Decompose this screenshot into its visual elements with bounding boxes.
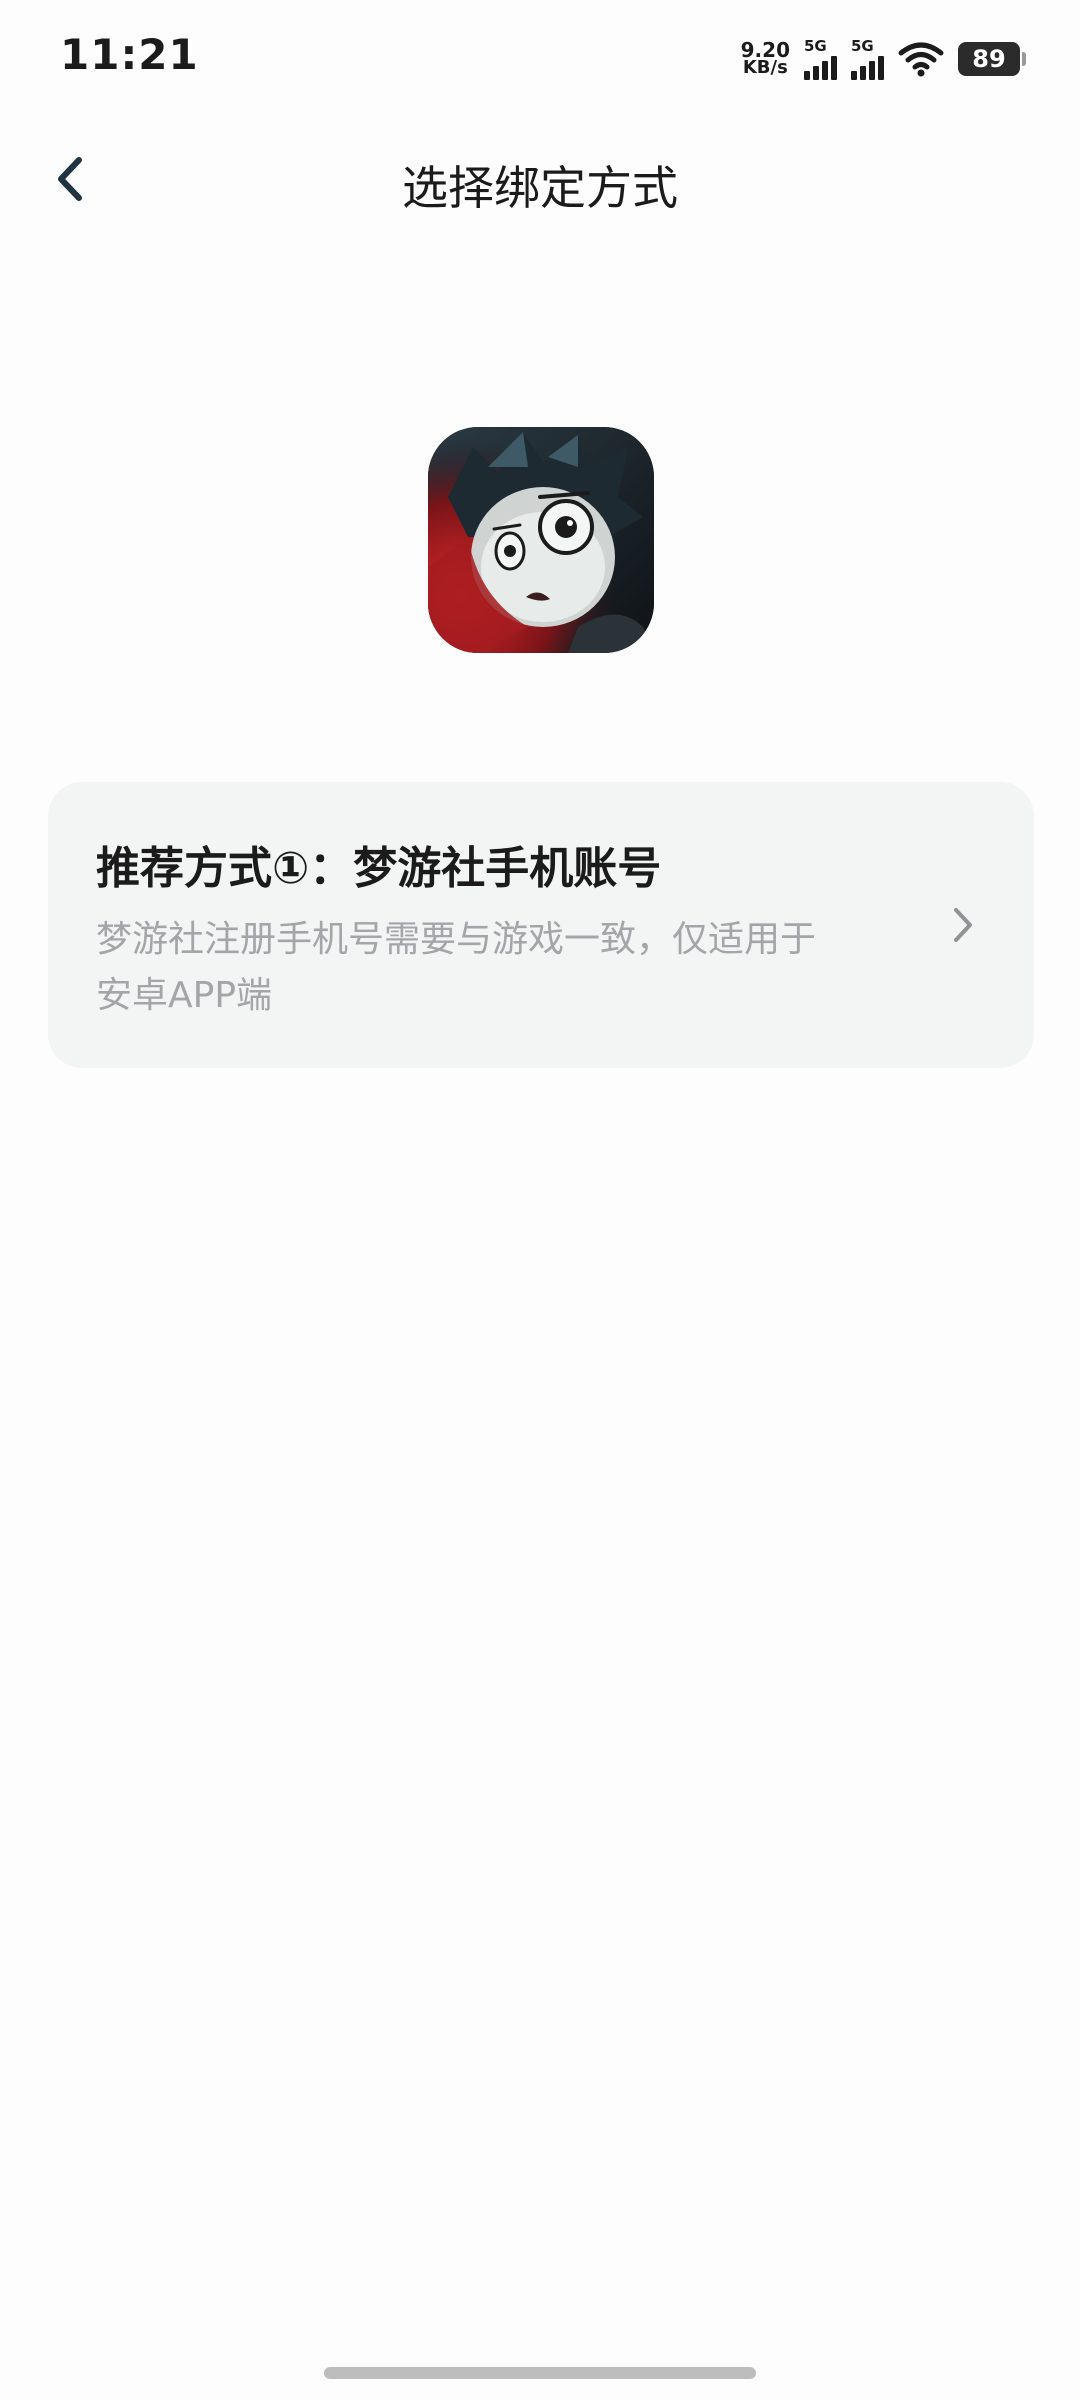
option-card-phone-account[interactable]: 推荐方式①：梦游社手机账号 梦游社注册手机号需要与游戏一致，仅适用于安卓APP端	[48, 782, 1034, 1068]
home-indicator[interactable]	[324, 2367, 756, 2379]
status-icons: 9.20 KB/s 5G 5G 89	[741, 34, 1026, 84]
network-speed-unit: KB/s	[742, 57, 788, 78]
game-app-icon	[428, 427, 654, 653]
game-character-illustration	[428, 427, 654, 653]
signal-bars-1	[804, 55, 837, 80]
option-description: 梦游社注册手机号需要与游戏一致，仅适用于安卓APP端	[96, 919, 817, 1016]
network-speed: 9.20 KB/s	[741, 40, 790, 78]
screen: 11:21 9.20 KB/s 5G 5G 89 选择绑定方式 推荐方式①：梦游…	[0, 0, 1080, 2400]
battery-icon: 89	[958, 42, 1026, 76]
wifi-icon	[898, 42, 944, 77]
status-time: 11:21	[60, 30, 199, 79]
page-title: 选择绑定方式	[402, 161, 678, 215]
option-title: 推荐方式①：梦游社手机账号	[96, 843, 662, 894]
status-bar: 11:21 9.20 KB/s 5G 5G 89	[0, 0, 1080, 120]
header: 选择绑定方式	[0, 130, 1080, 230]
signal-icon-1: 5G	[804, 36, 837, 80]
signal-1-label: 5G	[804, 36, 827, 55]
chevron-right-icon	[954, 908, 972, 942]
signal-icon-2: 5G	[851, 36, 884, 80]
signal-2-label: 5G	[851, 36, 874, 55]
signal-bars-2	[851, 55, 884, 80]
